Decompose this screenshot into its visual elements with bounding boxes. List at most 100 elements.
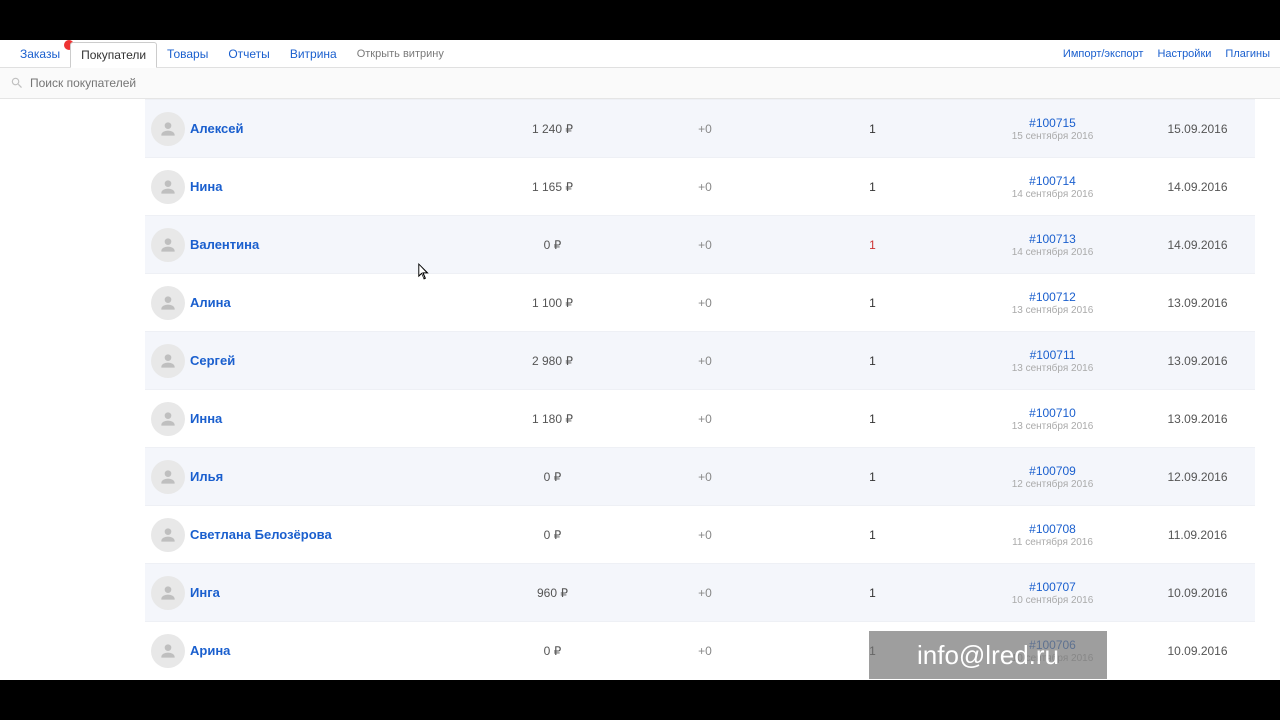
order-count: 1	[780, 528, 965, 542]
table-row[interactable]: Нина 1 165 ₽+01#10071414 сентября 201614.…	[145, 157, 1255, 215]
order-subdate: 13 сентября 2016	[965, 305, 1140, 316]
avatar	[151, 460, 185, 494]
order-number-link[interactable]: #100710	[965, 406, 1140, 420]
search-input[interactable]	[30, 76, 430, 90]
avatar	[151, 344, 185, 378]
plus-value: +0	[630, 528, 780, 542]
letterbox-bottom	[0, 680, 1280, 720]
customer-name-link[interactable]: Алина	[190, 295, 231, 310]
order-count: 1	[780, 354, 965, 368]
amount-value: 1 165 ₽	[475, 180, 630, 194]
open-storefront-link[interactable]: Открыть витрину	[347, 43, 454, 65]
table-row[interactable]: Валентина 0 ₽+01#10071314 сентября 201614…	[145, 215, 1255, 273]
letterbox-top	[0, 0, 1280, 40]
row-date: 14.09.2016	[1140, 238, 1255, 252]
order-subdate: 13 сентября 2016	[965, 421, 1140, 432]
amount-value: 1 240 ₽	[475, 122, 630, 136]
tab-products[interactable]: Товары	[157, 42, 218, 66]
watermark: info@lred.ru	[869, 631, 1107, 679]
table-row[interactable]: Сергей 2 980 ₽+01#10071113 сентября 20161…	[145, 331, 1255, 389]
avatar	[151, 402, 185, 436]
order-number-link[interactable]: #100714	[965, 174, 1140, 188]
avatar	[151, 634, 185, 668]
order-count: 1	[780, 180, 965, 194]
customer-name-link[interactable]: Алексей	[190, 121, 244, 136]
table-row[interactable]: Алексей 1 240 ₽+01#10071515 сентября 2016…	[145, 99, 1255, 157]
order-subdate: 11 сентября 2016	[965, 537, 1140, 548]
plus-value: +0	[630, 296, 780, 310]
table-row[interactable]: Инга 960 ₽+01#10070710 сентября 201610.09…	[145, 563, 1255, 621]
order-number-link[interactable]: #100712	[965, 290, 1140, 304]
row-date: 13.09.2016	[1140, 412, 1255, 426]
nav-plugins[interactable]: Плагины	[1225, 48, 1270, 60]
table-row[interactable]: Светлана Белозёрова 0 ₽+01#10070811 сентя…	[145, 505, 1255, 563]
order-count: 1	[780, 470, 965, 484]
row-date: 12.09.2016	[1140, 470, 1255, 484]
order-number-link[interactable]: #100711	[965, 348, 1140, 362]
order-subdate: 13 сентября 2016	[965, 363, 1140, 374]
plus-value: +0	[630, 470, 780, 484]
top-nav: Заказы Покупатели Товары Отчеты Витрина …	[0, 40, 1280, 68]
nav-settings[interactable]: Настройки	[1157, 48, 1211, 60]
avatar	[151, 518, 185, 552]
customer-name-link[interactable]: Илья	[190, 469, 223, 484]
tab-reports[interactable]: Отчеты	[218, 42, 279, 66]
order-number-link[interactable]: #100713	[965, 232, 1140, 246]
row-date: 10.09.2016	[1140, 644, 1255, 658]
customer-list: Алексей1 240 ₽+01#10071515 сентября 2016…	[145, 99, 1255, 679]
plus-value: +0	[630, 644, 780, 658]
customer-name-link[interactable]: Нина	[190, 179, 222, 194]
amount-value: 2 980 ₽	[475, 354, 630, 368]
order-number-link[interactable]: #100707	[965, 580, 1140, 594]
order-count: 1	[780, 296, 965, 310]
tab-storefront[interactable]: Витрина	[280, 42, 347, 66]
customer-name-link[interactable]: Сергей	[190, 353, 235, 368]
table-row[interactable]: Инна 1 180 ₽+01#10071013 сентября 201613.…	[145, 389, 1255, 447]
order-count: 1	[780, 586, 965, 600]
plus-value: +0	[630, 122, 780, 136]
order-count: 1	[780, 412, 965, 426]
plus-value: +0	[630, 412, 780, 426]
order-subdate: 12 сентября 2016	[965, 479, 1140, 490]
amount-value: 0 ₽	[475, 238, 630, 252]
customer-name-link[interactable]: Инга	[190, 585, 220, 600]
amount-value: 0 ₽	[475, 644, 630, 658]
customer-name-link[interactable]: Инна	[190, 411, 222, 426]
table-row[interactable]: Илья0 ₽+01#10070912 сентября 201612.09.2…	[145, 447, 1255, 505]
row-date: 15.09.2016	[1140, 122, 1255, 136]
row-date: 14.09.2016	[1140, 180, 1255, 194]
nav-import-export[interactable]: Импорт/экспорт	[1063, 48, 1144, 60]
order-count: 1	[780, 122, 965, 136]
order-subdate: 15 сентября 2016	[965, 131, 1140, 142]
customer-name-link[interactable]: Светлана Белозёрова	[190, 527, 332, 542]
avatar	[151, 170, 185, 204]
avatar	[151, 286, 185, 320]
amount-value: 960 ₽	[475, 586, 630, 600]
plus-value: +0	[630, 586, 780, 600]
avatar	[151, 228, 185, 262]
order-number-link[interactable]: #100709	[965, 464, 1140, 478]
amount-value: 1 180 ₽	[475, 412, 630, 426]
plus-value: +0	[630, 180, 780, 194]
amount-value: 1 100 ₽	[475, 296, 630, 310]
order-subdate: 10 сентября 2016	[965, 595, 1140, 606]
row-date: 10.09.2016	[1140, 586, 1255, 600]
customer-name-link[interactable]: Валентина	[190, 237, 259, 252]
search-bar	[0, 68, 1280, 99]
order-count: 1	[780, 238, 965, 252]
plus-value: +0	[630, 354, 780, 368]
amount-value: 0 ₽	[475, 528, 630, 542]
customer-name-link[interactable]: Арина	[190, 643, 230, 658]
avatar	[151, 112, 185, 146]
avatar	[151, 576, 185, 610]
order-subdate: 14 сентября 2016	[965, 189, 1140, 200]
row-date: 13.09.2016	[1140, 354, 1255, 368]
tab-orders[interactable]: Заказы	[10, 42, 70, 66]
order-number-link[interactable]: #100708	[965, 522, 1140, 536]
table-row[interactable]: Алина1 100 ₽+01#10071213 сентября 201613…	[145, 273, 1255, 331]
order-number-link[interactable]: #100715	[965, 116, 1140, 130]
row-date: 11.09.2016	[1140, 528, 1255, 542]
order-subdate: 14 сентября 2016	[965, 247, 1140, 258]
plus-value: +0	[630, 238, 780, 252]
tab-customers[interactable]: Покупатели	[70, 42, 157, 68]
